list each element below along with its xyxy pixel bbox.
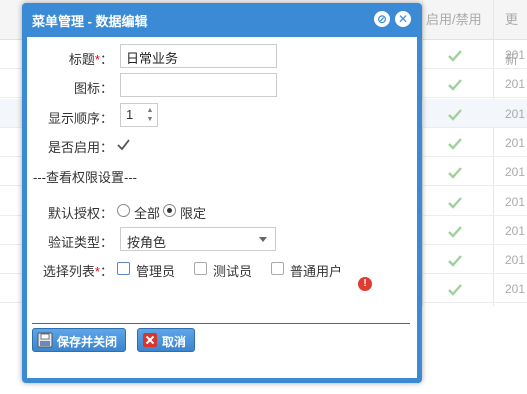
- row-date: 201: [505, 253, 526, 268]
- enabled-check-icon: [446, 135, 464, 153]
- error-icon: !: [358, 277, 372, 291]
- row-date: 201: [505, 48, 526, 62]
- chevron-down-icon: [259, 237, 267, 242]
- stepper-arrows-icon[interactable]: ▲ ▼: [145, 106, 155, 124]
- enabled-check-icon: [446, 106, 464, 124]
- row-date: 201: [505, 223, 526, 238]
- close-icon[interactable]: ✕: [395, 11, 411, 27]
- row-date: 201: [505, 135, 526, 150]
- enabled-check-icon: [446, 194, 464, 212]
- title-input[interactable]: 日常业务: [120, 44, 277, 68]
- radio-all-label[interactable]: 全部: [134, 203, 160, 222]
- verify-type-value: 按角色: [127, 235, 167, 250]
- edit-dialog: 菜单管理 - 数据编辑 ⊘ ✕ 标题*： 日常业务 图标： 显示顺序： 1 ▲ ▼…: [22, 3, 422, 383]
- enabled-label: 是否启用：: [47, 140, 113, 155]
- role-checkbox-tester[interactable]: [194, 262, 207, 275]
- enabled-check-icon: [446, 47, 464, 65]
- column-header-enabled[interactable]: 启用/禁用: [426, 0, 482, 40]
- cancel-icon: [143, 333, 157, 347]
- cancel-button[interactable]: 取消: [137, 328, 195, 352]
- enabled-check-icon: [446, 252, 464, 270]
- row-date: 201: [505, 106, 526, 121]
- row-date: 201: [505, 282, 526, 297]
- column-header-updated[interactable]: 更新: [505, 0, 527, 67]
- verify-type-select[interactable]: 按角色: [120, 227, 276, 251]
- radio-all[interactable]: [117, 204, 130, 217]
- save-icon: [37, 332, 53, 348]
- enabled-checkbox[interactable]: [116, 137, 131, 152]
- order-stepper[interactable]: 1 ▲ ▼: [120, 103, 158, 127]
- save-and-close-button[interactable]: 保存并关闭: [32, 328, 126, 352]
- icon-input[interactable]: [120, 73, 277, 97]
- role-label-admin[interactable]: 管理员: [136, 261, 175, 280]
- radio-limited-label[interactable]: 限定: [180, 203, 206, 222]
- role-checkbox-admin[interactable]: [117, 262, 130, 275]
- footer-divider: [32, 323, 410, 324]
- role-label-tester[interactable]: 测试员: [213, 261, 252, 280]
- verify-type-label: 验证类型：: [47, 235, 113, 250]
- enabled-check-icon: [446, 76, 464, 94]
- default-auth-label: 默认授权：: [47, 206, 113, 221]
- row-date: 201: [505, 194, 526, 209]
- select-list-label: 选择列表*：: [42, 264, 113, 279]
- dialog-title: 菜单管理 - 数据编辑: [32, 14, 148, 29]
- permissions-section-title: ---查看权限设置---: [33, 170, 137, 185]
- title-label: 标题*：: [68, 52, 113, 67]
- order-value: 1: [126, 107, 134, 122]
- dialog-body: 标题*： 日常业务 图标： 显示顺序： 1 ▲ ▼ 是否启用： ---查看权限设置…: [27, 37, 417, 378]
- role-checkbox-user[interactable]: [271, 262, 284, 275]
- radio-limited[interactable]: [163, 204, 176, 217]
- settings-icon[interactable]: ⊘: [374, 11, 390, 27]
- enabled-check-icon: [446, 164, 464, 182]
- enabled-check-icon: [446, 281, 464, 299]
- enabled-check-icon: [446, 223, 464, 241]
- row-date: 201: [505, 165, 526, 180]
- icon-label: 图标：: [73, 81, 113, 96]
- role-label-user[interactable]: 普通用户: [290, 261, 342, 280]
- order-label: 显示顺序：: [47, 111, 113, 126]
- row-date: 201: [505, 77, 526, 92]
